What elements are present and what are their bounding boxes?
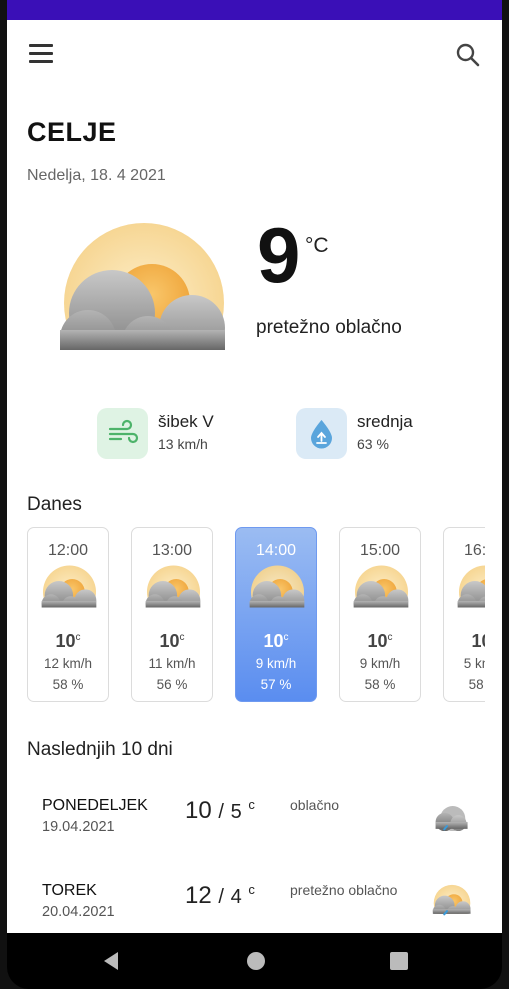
hour-card[interactable]: 14:00 10c 9 km/h 57 % — [235, 527, 317, 702]
hour-temp-value: 10 — [55, 631, 76, 651]
system-navigation-bar — [7, 933, 502, 989]
day-temperature: 10 / 5 c — [185, 797, 255, 825]
hour-wind: 5 km/h — [463, 656, 485, 671]
recents-square-icon[interactable] — [389, 951, 409, 971]
partly-cloudy-rain-icon — [431, 882, 471, 916]
hour-humidity: 58 % — [468, 677, 485, 692]
hour-temp-unit: c — [387, 632, 393, 643]
hour-wind: 12 km/h — [43, 656, 93, 671]
humidity-label: srednja — [357, 412, 413, 431]
forecast-day-row[interactable]: TOREK 20.04.2021 12 / 4 c pretežno oblačno — [7, 882, 502, 933]
day-max-temp: 12 — [185, 882, 212, 909]
phone-frame: CELJE Nedelja, 18. 4 2021 9 °C pretežno … — [0, 0, 509, 989]
day-temp-unit: c — [248, 797, 255, 812]
partly-cloudy-icon — [455, 564, 485, 608]
hour-temperature: 10c — [444, 631, 485, 652]
wind-icon — [97, 408, 148, 459]
hour-time: 16:00 — [463, 542, 485, 559]
current-date: Nedelja, 18. 4 2021 — [27, 167, 166, 184]
partly-cloudy-icon — [247, 564, 305, 608]
hour-wind: 9 km/h — [255, 656, 297, 671]
hour-temp-unit: c — [179, 632, 185, 643]
day-name: PONEDELJEK — [42, 797, 148, 814]
day-name: TOREK — [42, 882, 97, 899]
hour-wind: 9 km/h — [359, 656, 401, 671]
day-min-temp: 5 — [230, 801, 242, 823]
hour-card[interactable]: 13:00 10c 11 km/h 56 % — [131, 527, 213, 702]
hour-temp-value: 10 — [471, 631, 485, 651]
day-max-temp: 10 — [185, 797, 212, 824]
hour-time: 12:00 — [47, 542, 89, 559]
city-name: CELJE — [27, 117, 117, 147]
app-screen: CELJE Nedelja, 18. 4 2021 9 °C pretežno … — [7, 20, 502, 933]
wind-speed: 13 km/h — [158, 436, 208, 452]
forecast-day-row[interactable]: PONEDELJEK 19.04.2021 10 / 5 c oblačno — [7, 797, 502, 857]
temperature-unit: °C — [305, 234, 329, 257]
partly-cloudy-icon — [143, 564, 201, 608]
hour-time: 14:00 — [255, 542, 297, 559]
day-condition: oblačno — [290, 797, 340, 813]
hour-humidity: 56 % — [156, 677, 188, 692]
hour-time: 15:00 — [359, 542, 401, 559]
partly-cloudy-icon — [39, 564, 97, 608]
partly-cloudy-icon — [351, 564, 409, 608]
current-condition: pretežno oblačno — [256, 317, 402, 338]
hour-time: 13:00 — [151, 542, 193, 559]
hour-humidity: 57 % — [260, 677, 292, 692]
day-temp-unit: c — [248, 882, 255, 897]
status-bar — [7, 0, 502, 20]
hamburger-menu-icon[interactable] — [29, 44, 53, 64]
search-icon[interactable] — [455, 42, 481, 68]
hour-temperature: 10c — [28, 631, 108, 652]
hour-temperature: 10c — [236, 631, 316, 652]
hour-card[interactable]: 12:00 10c 12 km/h 58 % — [27, 527, 109, 702]
cloudy-rain-icon — [435, 806, 468, 831]
hour-temperature: 10c — [132, 631, 212, 652]
humidity-value: 63 % — [357, 436, 389, 452]
hour-temp-value: 10 — [367, 631, 388, 651]
back-triangle-icon[interactable] — [101, 951, 121, 971]
forecast-title: Naslednjih 10 dni — [27, 739, 173, 760]
wind-label: šibek V — [158, 412, 214, 431]
hour-card[interactable]: 16:00 10c 5 km/h 58 % — [443, 527, 485, 702]
hour-humidity: 58 % — [364, 677, 396, 692]
hour-temperature: 10c — [340, 631, 420, 652]
day-date: 20.04.2021 — [42, 904, 115, 920]
hour-humidity: 58 % — [52, 677, 84, 692]
humidity-drop-icon — [296, 408, 347, 459]
temp-separator: / — [218, 801, 224, 823]
day-condition: pretežno oblačno — [290, 882, 398, 898]
top-app-bar — [7, 20, 502, 90]
home-circle-icon[interactable] — [246, 951, 266, 971]
hour-temp-value: 10 — [263, 631, 284, 651]
hour-temp-unit: c — [75, 632, 81, 643]
temp-separator: / — [218, 886, 224, 908]
hour-temp-unit: c — [283, 632, 289, 643]
today-title: Danes — [27, 494, 82, 515]
current-temperature: 9 — [257, 211, 301, 299]
hour-card[interactable]: 15:00 10c 9 km/h 58 % — [339, 527, 421, 702]
hourly-forecast-scroller[interactable]: 12:00 10c 12 km/h 58 % 13:00 10c 11 km/h 56 % 14… — [27, 527, 485, 707]
day-min-temp: 4 — [230, 886, 242, 908]
day-temperature: 12 / 4 c — [185, 882, 255, 910]
hour-temp-value: 10 — [159, 631, 180, 651]
hour-wind: 11 km/h — [148, 656, 196, 671]
partly-cloudy-icon — [52, 220, 227, 350]
day-date: 19.04.2021 — [42, 819, 115, 835]
